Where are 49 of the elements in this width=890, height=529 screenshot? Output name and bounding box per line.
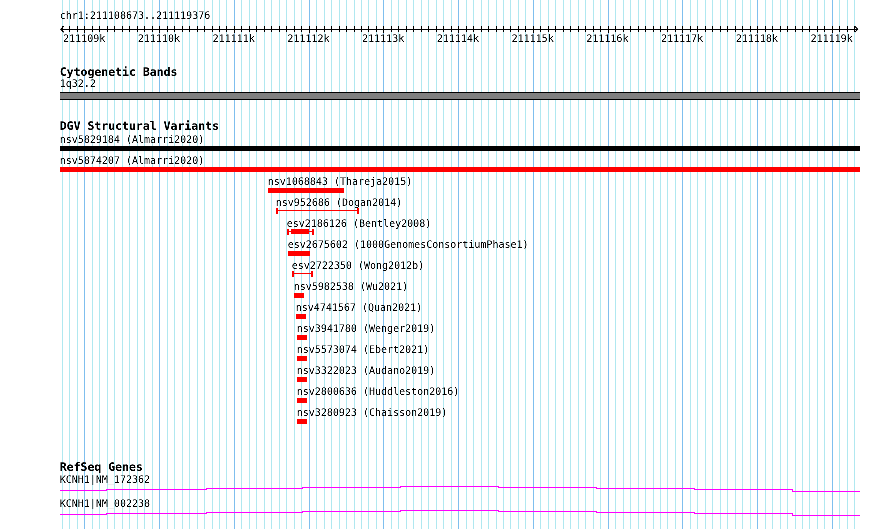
track-title: Cytogenetic Bands xyxy=(60,66,178,79)
tick-label: 211114k xyxy=(437,34,480,45)
track-title: DGV Structural Variants xyxy=(60,120,220,133)
variant-label: nsv1068843 (Thareja2015) xyxy=(268,177,412,188)
cytoband-bar[interactable] xyxy=(60,92,860,100)
variant-label: nsv952686 (Dogan2014) xyxy=(276,198,402,209)
tick-label: 211112k xyxy=(288,34,330,45)
tick-label: 211117k xyxy=(661,34,704,45)
transcript-line[interactable] xyxy=(60,486,860,492)
location-text: chr1:211108673..211119376 xyxy=(60,11,211,23)
variant-bar[interactable] xyxy=(288,251,310,256)
variant-label: nsv3280923 (Chaisson2019) xyxy=(297,408,448,419)
variant-label: esv2675602 (1000GenomesConsortiumPhase1) xyxy=(288,240,529,251)
gene-label: KCNH1|NM_002238 xyxy=(60,499,150,510)
variant-bar[interactable] xyxy=(297,398,307,403)
variant-label: nsv2800636 (Huddleston2016) xyxy=(297,387,460,398)
variant-bar[interactable] xyxy=(297,356,307,361)
tick-label: 211110k xyxy=(138,34,180,45)
tick-label: 211119k xyxy=(810,34,853,45)
variant-bar[interactable] xyxy=(297,419,307,424)
track-title: RefSeq Genes xyxy=(60,461,144,474)
variant-bar[interactable] xyxy=(294,293,304,298)
band-label: 1q32.2 xyxy=(60,79,96,91)
variant-bar[interactable] xyxy=(297,335,307,340)
variant-interval[interactable] xyxy=(276,208,359,214)
variant-bar[interactable] xyxy=(268,188,344,193)
variant-label: nsv3941780 (Wenger2019) xyxy=(297,324,436,335)
tick-label: 211111k xyxy=(212,34,255,45)
tick-label: 211113k xyxy=(362,34,404,45)
transcript-line[interactable] xyxy=(60,510,860,516)
variant-label: nsv5829184 (Almarri2020) xyxy=(60,135,204,146)
tick-label: 211109k xyxy=(63,34,106,45)
tick-label: 211118k xyxy=(736,34,778,45)
tick-label: 211115k xyxy=(512,34,554,45)
variant-label: esv2186126 (Bentley2008) xyxy=(287,219,432,230)
variant-label: esv2722350 (Wong2012b) xyxy=(292,261,424,272)
variant-label: nsv3322023 (Audano2019) xyxy=(297,366,436,377)
variant-label: nsv5573074 (Ebert2021) xyxy=(297,345,430,356)
variant-label: nsv4741567 (Quan2021) xyxy=(296,303,422,314)
variant-label: nsv5874207 (Almarri2020) xyxy=(60,156,204,167)
variant-bar[interactable] xyxy=(60,167,860,172)
variant-interval[interactable] xyxy=(287,229,314,235)
gene-label: KCNH1|NM_172362 xyxy=(60,475,150,486)
tick-label: 211116k xyxy=(586,34,629,45)
variant-bar[interactable] xyxy=(297,377,307,382)
variant-bar[interactable] xyxy=(296,314,306,319)
variant-label: nsv5982538 (Wu2021) xyxy=(294,282,408,293)
variant-bar[interactable] xyxy=(60,146,860,151)
variant-interval[interactable] xyxy=(292,271,313,277)
